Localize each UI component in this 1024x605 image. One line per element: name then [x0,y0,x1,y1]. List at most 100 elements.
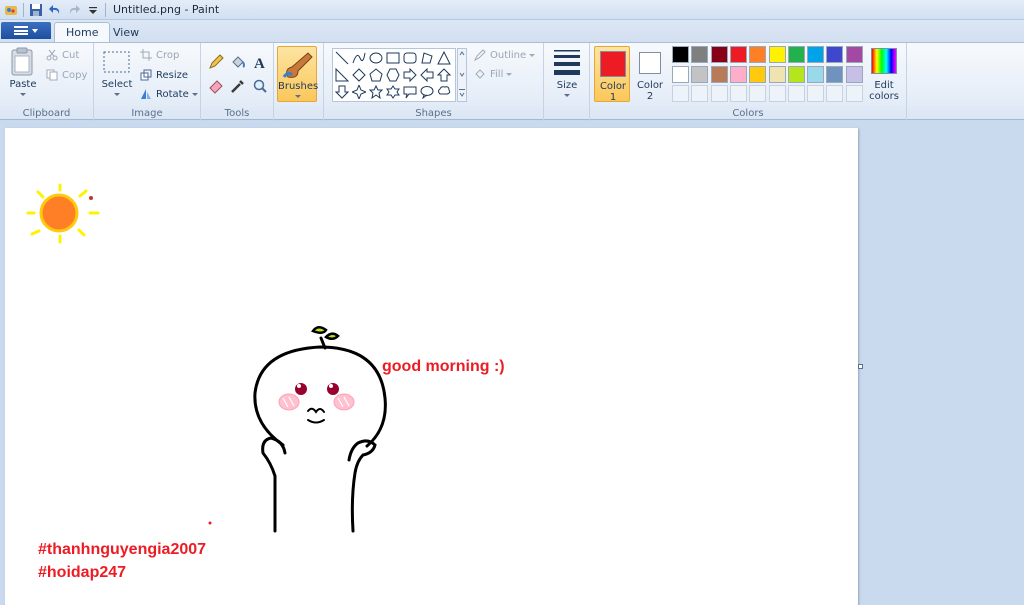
brushes-button[interactable]: Brushes [277,46,318,102]
palette-swatch[interactable] [729,65,747,83]
paste-label: Paste [9,79,37,90]
hexagon-shape-icon[interactable] [385,67,401,83]
rotate-button[interactable]: Rotate [140,86,198,102]
redo-icon[interactable] [67,3,81,17]
copy-button[interactable]: Copy [46,67,87,83]
cut-label: Cut [62,49,80,61]
outline-button[interactable]: Outline [473,47,536,63]
palette-swatch[interactable] [807,65,825,83]
palette-swatch[interactable] [710,65,728,83]
oval-callout-shape-icon[interactable] [419,84,435,100]
character-face [208,383,355,525]
down-arrow-shape-icon[interactable] [334,84,350,100]
line-shape-icon[interactable] [334,50,350,66]
tab-view[interactable]: View [102,22,150,42]
paint-app-icon[interactable] [4,3,18,17]
svg-text:A: A [254,56,265,70]
edit-colors-button[interactable]: Edit colors [866,47,902,103]
paint-menu-button[interactable] [1,22,51,39]
fill-button[interactable]: Fill [474,66,513,82]
palette-swatch[interactable] [845,46,863,63]
palette-swatch[interactable] [672,46,689,63]
undo-icon[interactable] [48,3,62,17]
color-picker-icon[interactable] [229,77,247,95]
palette-swatch[interactable] [845,65,863,83]
custom-color-slot[interactable] [807,85,825,102]
save-icon[interactable] [29,3,43,17]
oval-shape-icon[interactable] [368,50,384,66]
chevron-down-icon [529,53,536,57]
select-button[interactable]: Select [100,47,134,103]
color1-label: Color 1 [599,81,627,103]
right-triangle-shape-icon[interactable] [334,67,350,83]
palette-swatch[interactable] [749,46,767,63]
five-point-star-shape-icon[interactable] [368,84,384,100]
color2-button[interactable]: Color 2 [632,46,668,102]
palette-swatch[interactable] [749,65,767,83]
palette-swatch[interactable] [807,46,825,63]
custom-color-slot[interactable] [768,85,786,102]
palette-swatch[interactable] [710,46,728,63]
crop-button[interactable]: Crop [140,47,179,63]
size-group: Size [544,43,590,121]
palette-swatch[interactable] [729,46,747,63]
shapes-scrollbar[interactable] [457,48,467,102]
custom-color-slot[interactable] [729,85,747,102]
canvas-resize-handle[interactable] [858,364,863,369]
magnifier-icon[interactable] [251,77,269,95]
scissors-icon [46,49,58,61]
six-point-star-shape-icon[interactable] [385,84,401,100]
color1-button[interactable]: Color 1 [594,46,630,103]
polygon-shape-icon[interactable] [419,50,435,66]
crop-label: Crop [156,49,180,61]
chevron-down-icon [506,72,513,76]
greeting-text: good morning :) [382,358,505,375]
pencil-icon[interactable] [207,53,225,71]
diamond-shape-icon[interactable] [351,67,367,83]
custom-color-slot[interactable] [826,85,844,102]
pentagon-shape-icon[interactable] [368,67,384,83]
triangle-shape-icon[interactable] [436,50,452,66]
cloud-callout-shape-icon[interactable] [436,84,452,100]
left-arrow-shape-icon[interactable] [419,67,435,83]
color2-swatch [639,52,661,74]
menu-icon [14,26,28,35]
select-icon [103,51,130,73]
palette-swatch[interactable] [691,46,709,63]
custom-color-slot[interactable] [749,85,767,102]
palette-swatch[interactable] [787,46,805,63]
palette-swatch[interactable] [826,46,844,63]
rectangular-callout-shape-icon[interactable] [402,84,418,100]
custom-color-slot[interactable] [845,85,863,102]
cut-button[interactable]: Cut [46,47,79,63]
paste-icon [11,47,33,76]
title-bar: Untitled.png - Paint [0,0,1024,20]
palette-swatch[interactable] [787,65,805,83]
custom-color-slot[interactable] [710,85,728,102]
palette-swatch[interactable] [768,65,786,83]
palette-swatch[interactable] [672,65,689,83]
eraser-icon[interactable] [207,77,225,95]
color1-swatch [600,51,626,77]
palette-swatch[interactable] [826,65,844,83]
right-arrow-shape-icon[interactable] [402,67,418,83]
copy-icon [46,69,58,81]
size-button[interactable]: Size [548,47,586,103]
four-point-star-shape-icon[interactable] [351,84,367,100]
resize-button[interactable]: Resize [140,67,188,83]
custom-color-slot[interactable] [787,85,805,102]
drawing-canvas[interactable]: good morning :) #thanhnguyengia2007 #hoi… [5,128,858,605]
rounded-rectangle-shape-icon[interactable] [402,50,418,66]
palette-swatch[interactable] [691,65,709,83]
clipboard-group-label: Clipboard [22,108,71,119]
text-tool-icon[interactable]: A [251,53,269,71]
rectangle-shape-icon[interactable] [385,50,401,66]
custom-color-slot[interactable] [691,85,709,102]
paste-button[interactable]: Paste [6,47,40,103]
custom-color-slot[interactable] [672,85,689,102]
fill-bucket-icon[interactable] [229,53,247,71]
curve-shape-icon[interactable] [351,50,367,66]
up-arrow-shape-icon[interactable] [436,67,452,83]
palette-swatch[interactable] [768,46,786,63]
customize-qat-icon[interactable] [86,3,100,17]
